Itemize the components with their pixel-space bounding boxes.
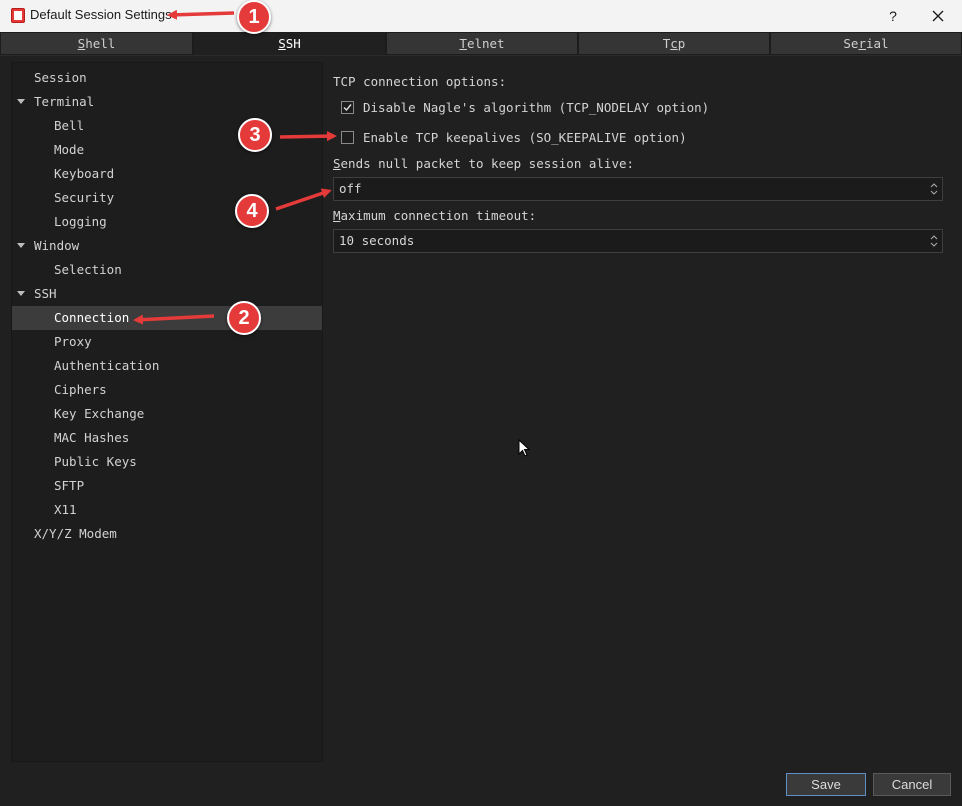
close-button[interactable]: [925, 4, 951, 28]
annotation-marker-2: 2: [227, 301, 261, 335]
save-button[interactable]: Save: [786, 773, 866, 796]
tree-item-logging[interactable]: Logging: [12, 210, 322, 234]
timeout-label: Maximum connection timeout:: [333, 208, 537, 223]
expand-arrow-icon[interactable]: [17, 243, 25, 248]
annotation-marker-1: 1: [237, 0, 271, 34]
tree-item-ciphers[interactable]: Ciphers: [12, 378, 322, 402]
mouse-cursor-icon: [518, 439, 530, 457]
tab-tcp[interactable]: Tcp: [578, 32, 770, 55]
null-packet-spinbox[interactable]: off: [333, 177, 943, 201]
window-title: Default Session Settings: [30, 7, 172, 22]
tree-item-connection[interactable]: Connection: [12, 306, 322, 330]
tab-ssh[interactable]: SSH: [193, 32, 386, 55]
tab-telnet[interactable]: Telnet: [386, 32, 578, 55]
timeout-spinbox[interactable]: 10 seconds: [333, 229, 943, 253]
tab-bar: Shell SSH Telnet Tcp Serial: [0, 32, 962, 56]
tree-item-sftp[interactable]: SFTP: [12, 474, 322, 498]
tree-item-bell[interactable]: Bell: [12, 114, 322, 138]
tree-item-xyz-modem[interactable]: X/Y/Z Modem: [12, 522, 322, 546]
tree-item-public-keys[interactable]: Public Keys: [12, 450, 322, 474]
tree-item-window[interactable]: Window: [12, 234, 322, 258]
expand-arrow-icon[interactable]: [17, 99, 25, 104]
tree-item-selection[interactable]: Selection: [12, 258, 322, 282]
spin-arrows-icon[interactable]: [930, 182, 938, 196]
null-packet-value: off: [339, 181, 362, 196]
app-icon: [11, 8, 25, 23]
tree-item-mac-hashes[interactable]: MAC Hashes: [12, 426, 322, 450]
tree-item-session[interactable]: Session: [12, 66, 322, 90]
timeout-value: 10 seconds: [339, 233, 415, 248]
nagle-checkbox[interactable]: [341, 101, 354, 114]
keepalive-label[interactable]: Enable TCP keepalives (SO_KEEPALIVE opti…: [363, 130, 687, 145]
section-title: TCP connection options:: [333, 74, 507, 89]
settings-tree: Session Terminal Bell Mode Keyboard Secu…: [11, 62, 323, 762]
title-bar: Default Session Settings ?: [0, 0, 962, 33]
tree-item-proxy[interactable]: Proxy: [12, 330, 322, 354]
expand-arrow-icon[interactable]: [17, 291, 25, 296]
spin-arrows-icon[interactable]: [930, 234, 938, 248]
close-icon: [932, 10, 944, 22]
keepalive-checkbox[interactable]: [341, 131, 354, 144]
tab-shell[interactable]: Shell: [0, 32, 193, 55]
tree-item-terminal[interactable]: Terminal: [12, 90, 322, 114]
tree-item-x11[interactable]: X11: [12, 498, 322, 522]
tree-item-authentication[interactable]: Authentication: [12, 354, 322, 378]
cancel-button[interactable]: Cancel: [873, 773, 951, 796]
check-icon: [343, 104, 352, 112]
help-button[interactable]: ?: [880, 4, 906, 28]
annotation-marker-4: 4: [235, 194, 269, 228]
annotation-marker-3: 3: [238, 118, 272, 152]
null-packet-label: Sends null packet to keep session alive:: [333, 156, 635, 171]
tree-item-security[interactable]: Security: [12, 186, 322, 210]
tree-item-key-exchange[interactable]: Key Exchange: [12, 402, 322, 426]
tree-item-ssh[interactable]: SSH: [12, 282, 322, 306]
tree-item-mode[interactable]: Mode: [12, 138, 322, 162]
tab-serial[interactable]: Serial: [770, 32, 962, 55]
tree-item-keyboard[interactable]: Keyboard: [12, 162, 322, 186]
nagle-label[interactable]: Disable Nagle's algorithm (TCP_NODELAY o…: [363, 100, 709, 115]
